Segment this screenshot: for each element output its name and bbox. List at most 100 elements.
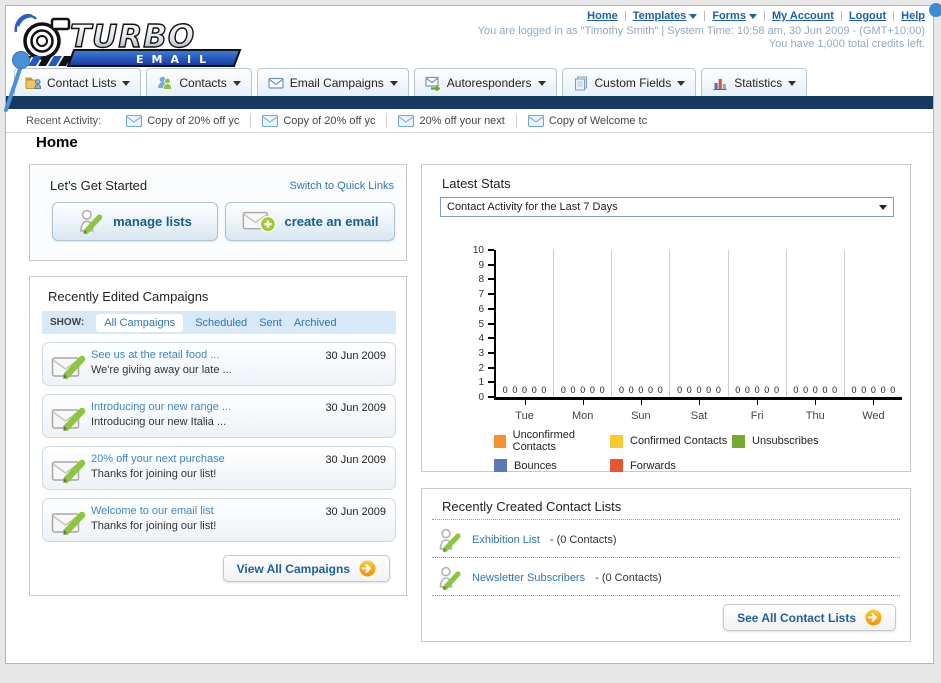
y-tick-label: 1 (478, 377, 484, 389)
top-link-home[interactable]: Home (587, 10, 618, 22)
envelope-icon (126, 115, 142, 127)
chart-groups: 0 0 0 0 0 Tue 0 0 0 0 0 Mon 0 0 0 0 0 Sun 0 0 0 0 0 Sat 0 0 0 0 0 Fri… (496, 250, 902, 422)
logged-in-text: You are logged in as "Timothy Smith" | S… (477, 25, 925, 37)
top-link-help[interactable]: Help (901, 10, 925, 22)
recent-activity-text: Copy of Welcome tc (548, 114, 648, 127)
recent-activity-item[interactable]: Copy of 20% off yc (115, 113, 252, 128)
tab-contacts[interactable]: Contacts (146, 68, 252, 97)
legend-label: Confirmed Contacts (630, 435, 728, 447)
campaign-title-link[interactable]: Welcome to our email list (91, 505, 214, 517)
recent-activity-item[interactable]: Copy of 20% off yc (251, 113, 388, 128)
chart-value: 0 (861, 385, 867, 395)
select-value: Contact Activity for the Last 7 Days (447, 201, 618, 213)
x-tick-mark (582, 400, 584, 405)
recent-activity-item[interactable]: 20% off your next (387, 113, 517, 128)
legend-label: Unsubscribes (752, 435, 819, 447)
arrow-right-icon (359, 560, 376, 577)
campaign-title-link[interactable]: 20% off your next purchase (91, 453, 225, 465)
campaigns-filter-bar: SHOW: All Campaigns Scheduled Sent Archi… (42, 311, 396, 334)
chart-value: 0 (890, 385, 896, 395)
view-all-campaigns-button[interactable]: View All Campaigns (222, 555, 390, 582)
filter-sent[interactable]: Sent (259, 317, 282, 329)
y-tick-label: 0 (478, 392, 484, 403)
application-window: TURBO EMAIL Home Templates Forms My Acco… (0, 0, 941, 683)
tab-autoresponders[interactable]: Autoresponders (413, 68, 557, 97)
logo-title: TURBO (70, 19, 195, 55)
x-tick-label: Thu (805, 410, 825, 422)
recent-activity-item[interactable]: Copy of Welcome tc (517, 114, 658, 128)
contact-list-link[interactable]: Exhibition List (472, 534, 540, 546)
campaign-subtitle: We're giving away our late ... (91, 364, 232, 376)
envelope-icon (268, 75, 284, 91)
legend-swatch (732, 434, 745, 448)
chart-value: 0 (502, 385, 508, 395)
chart-group: 0 0 0 0 0 Wed (843, 250, 902, 422)
tab-statistics[interactable]: Statistics (701, 68, 808, 97)
legend-label: Forwards (630, 459, 676, 472)
stats-period-select[interactable]: Contact Activity for the Last 7 Days (440, 197, 894, 217)
tab-email-campaigns[interactable]: Email Campaigns (256, 68, 409, 97)
chart-group: 0 0 0 0 0 Sun (611, 250, 669, 422)
chart-value: 0 (648, 385, 654, 395)
chart-value: 0 (589, 385, 595, 395)
envelope-icon (398, 115, 414, 127)
filter-all-campaigns[interactable]: All Campaigns (96, 313, 184, 332)
contact-lists-title: Recently Created Contact Lists (442, 499, 622, 514)
chart-group: 0 0 0 0 0 Fri (727, 250, 786, 422)
top-link-my-account[interactable]: My Account (772, 10, 834, 22)
turbo-email-logo[interactable]: TURBO EMAIL (12, 10, 244, 68)
top-link-templates[interactable]: Templates (633, 10, 698, 22)
filter-scheduled[interactable]: Scheduled (195, 317, 247, 329)
switch-to-quick-links[interactable]: Switch to Quick Links (289, 180, 394, 192)
envelope-pencil-icon (51, 455, 87, 485)
manage-lists-button[interactable]: manage lists (52, 202, 218, 241)
dotted-divider (432, 519, 900, 520)
legend-item: Unsubscribes (732, 429, 819, 453)
chart-plot-area: 0 0 0 0 0 Tue 0 0 0 0 0 Mon 0 0 0 0 0 Sun 0 0 0 0 0 Sat 0 0 0 0 0 Fri… (494, 250, 902, 422)
chart-value: 0 (638, 385, 644, 395)
tab-custom-fields[interactable]: Custom Fields (561, 68, 697, 97)
campaign-title-link[interactable]: See us at the retail food ... (91, 349, 219, 361)
legend-label: Bounces (514, 459, 557, 472)
logo-subtitle: EMAIL (136, 53, 214, 66)
top-link-forms[interactable]: Forms (712, 10, 757, 22)
contact-list-item: Newsletter Subscribers - (0 Contacts) (438, 563, 662, 593)
legend-swatch (610, 434, 623, 448)
divider (893, 11, 895, 21)
button-label: View All Campaigns (236, 561, 350, 576)
main-nav-tabs: Contact Lists Contacts Email Campaigns A… (14, 68, 808, 97)
chart-value: 0 (880, 385, 886, 395)
top-link-logout[interactable]: Logout (849, 10, 886, 22)
create-email-button[interactable]: create an email (225, 202, 395, 241)
see-all-contact-lists-button[interactable]: See All Contact Lists (723, 604, 896, 631)
tab-label: Custom Fields (594, 76, 672, 90)
chart-value: 0 (560, 385, 566, 395)
x-tick-mark (698, 400, 700, 405)
recent-contact-lists-panel: Recently Created Contact Lists Exhibitio… (421, 488, 911, 642)
contact-list-link[interactable]: Newsletter Subscribers (472, 572, 585, 584)
x-tick-label: Tue (515, 410, 534, 422)
y-tick-label: 5 (478, 318, 484, 330)
legend-item: Forwards (610, 459, 732, 472)
chart-value: 0 (735, 385, 741, 395)
help-balloon-icon[interactable] (929, 3, 941, 17)
chart-value: 0 (696, 385, 702, 395)
navy-divider-bar (6, 96, 933, 109)
tab-contact-lists[interactable]: Contact Lists (14, 68, 142, 97)
chart-value-labels: 00000 (847, 385, 900, 395)
filter-archived[interactable]: Archived (294, 317, 337, 329)
chevron-down-icon (232, 80, 241, 86)
chart-value: 0 (822, 385, 828, 395)
campaign-subtitle: Thanks for joining our list! (91, 520, 217, 532)
chart-value: 0 (832, 385, 838, 395)
arrow-right-icon (865, 609, 882, 626)
y-tick-label: 8 (478, 274, 484, 286)
campaign-title-link[interactable]: Introducing our new range ... (91, 401, 231, 413)
chart-value: 0 (657, 385, 663, 395)
contact-list-item: Exhibition List - (0 Contacts) (438, 525, 617, 555)
chart-group: 0 0 0 0 0 Mon (553, 250, 611, 422)
x-tick-label: Sun (631, 410, 651, 422)
contact-list-count: - (0 Contacts) (595, 572, 662, 584)
latest-stats-panel: Latest Stats Contact Activity for the La… (421, 164, 911, 472)
chart-value: 0 (744, 385, 750, 395)
